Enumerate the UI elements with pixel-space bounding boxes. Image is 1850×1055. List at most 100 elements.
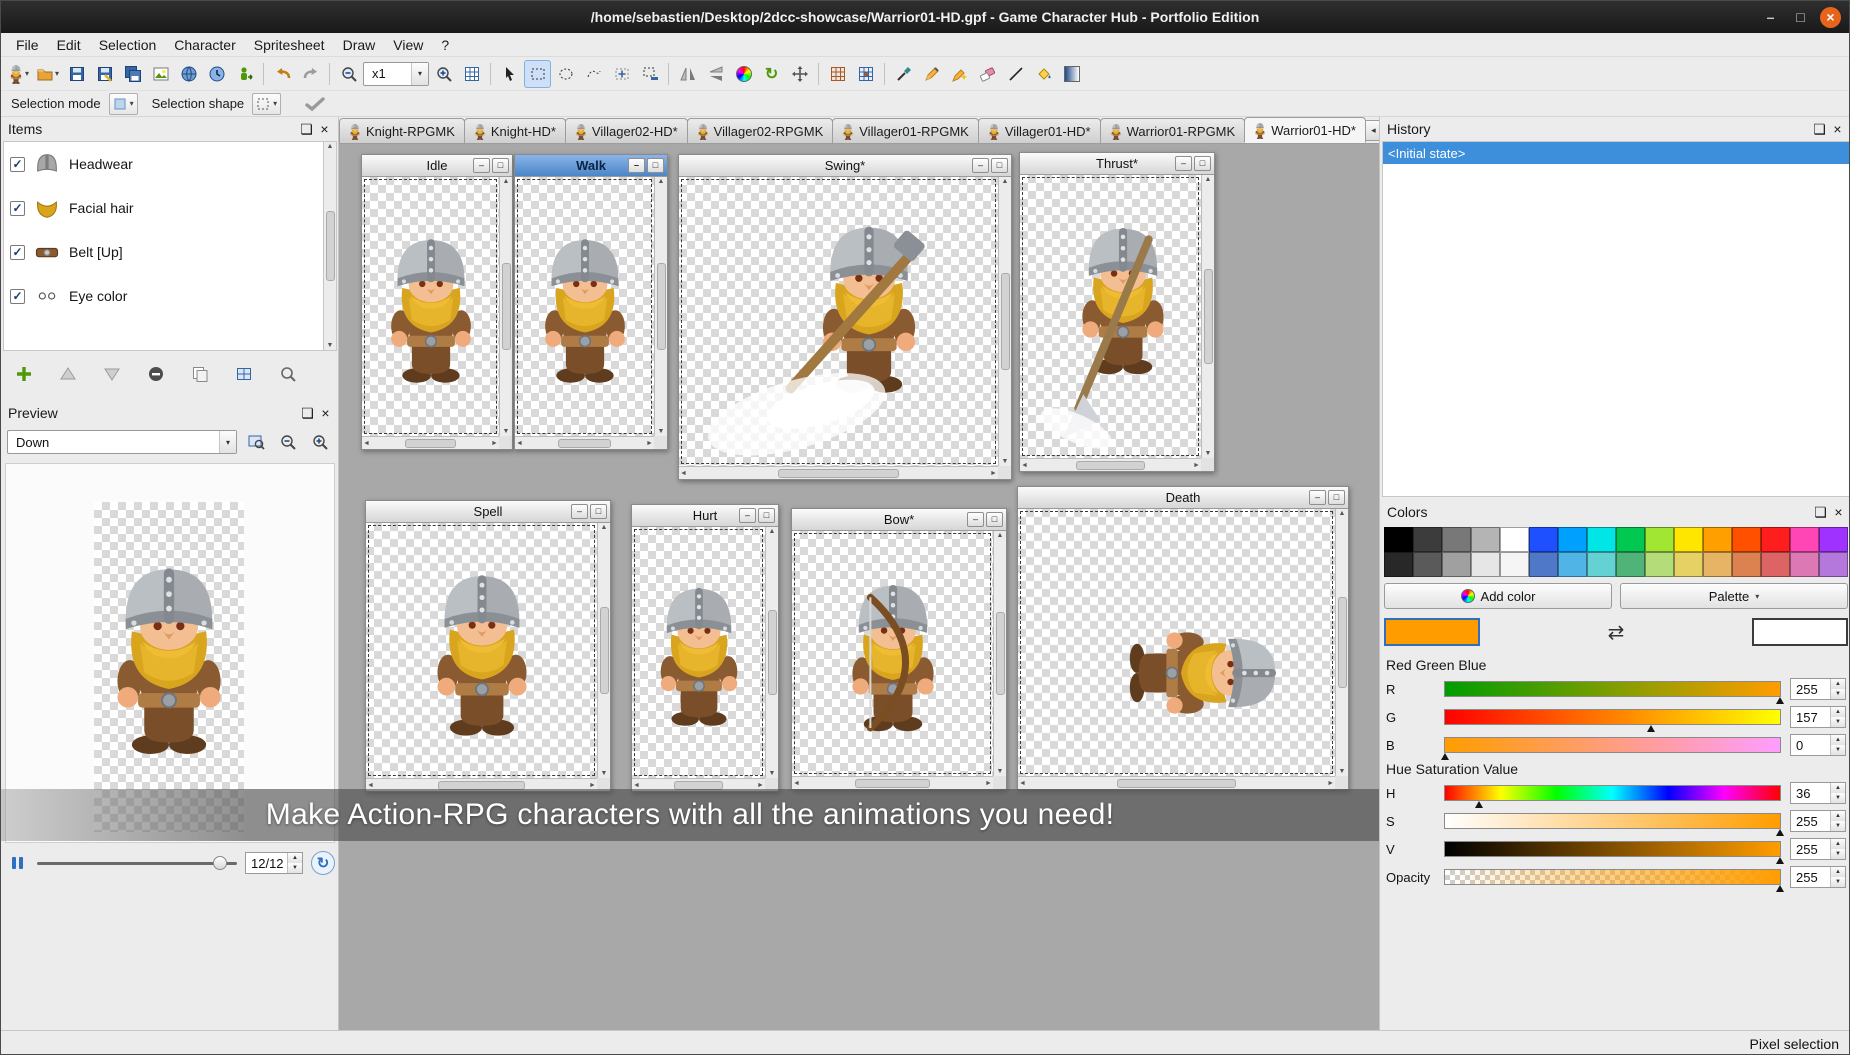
menu-help[interactable]: ?: [432, 35, 458, 55]
primary-color-swatch[interactable]: [1384, 618, 1480, 646]
frame-counter-spinner[interactable]: 12/12: [245, 852, 303, 874]
minimize-subwindow-button[interactable]: –: [967, 512, 984, 527]
vertical-scrollbar[interactable]: [597, 523, 610, 778]
sprite-canvas[interactable]: [1020, 175, 1201, 458]
facial-hair-checkbox[interactable]: ✓: [10, 201, 25, 216]
palette-swatch[interactable]: [1732, 527, 1761, 552]
item-row-belt[interactable]: ✓ Belt [Up]: [4, 230, 336, 274]
zoom-level-combo[interactable]: x1: [363, 62, 429, 86]
slider-marker[interactable]: [1776, 697, 1784, 704]
horizontal-scrollbar[interactable]: [1020, 458, 1201, 471]
history-entry-initial-state[interactable]: <Initial state>: [1383, 142, 1849, 164]
tab-villager01-hd[interactable]: Villager01-HD*: [978, 118, 1101, 143]
preview-direction-combo[interactable]: Down: [7, 430, 237, 454]
maximize-subwindow-button[interactable]: □: [1194, 156, 1211, 171]
animation-window-walk[interactable]: Walk –□: [514, 154, 668, 450]
close-panel-icon[interactable]: ×: [1832, 506, 1845, 519]
spritesheet-import-button[interactable]: [852, 60, 879, 88]
history-list[interactable]: <Initial state>: [1382, 141, 1850, 497]
red-channel-slider[interactable]: [1444, 681, 1781, 697]
undo-button[interactable]: [269, 60, 296, 88]
menu-view[interactable]: View: [384, 35, 432, 55]
frame-slider-handle[interactable]: [213, 856, 227, 870]
headwear-checkbox[interactable]: ✓: [10, 157, 25, 172]
pause-button[interactable]: [5, 851, 29, 875]
sprite-canvas[interactable]: [632, 527, 765, 778]
flip-vertical-button[interactable]: [702, 60, 729, 88]
tab-knight-rpgmk[interactable]: Knight-RPGMK: [339, 118, 465, 143]
slider-marker[interactable]: [1647, 725, 1655, 732]
palette-swatch[interactable]: [1703, 527, 1732, 552]
sprite-canvas[interactable]: [515, 177, 654, 436]
horizontal-scrollbar[interactable]: [679, 466, 998, 479]
minimize-button[interactable]: –: [1760, 7, 1781, 28]
smart-pencil-button[interactable]: [946, 60, 973, 88]
titlebar[interactable]: /home/sebastien/Desktop/2dcc-showcase/Wa…: [1, 1, 1849, 33]
tab-villager02-hd[interactable]: Villager02-HD*: [565, 118, 688, 143]
move-selection-tool-button[interactable]: [608, 60, 635, 88]
vertical-scrollbar[interactable]: [998, 177, 1011, 466]
opacity-channel-spinner[interactable]: 255: [1790, 866, 1846, 888]
close-panel-icon[interactable]: ×: [318, 123, 331, 136]
green-channel-slider[interactable]: [1444, 709, 1781, 725]
publish-web-button[interactable]: [175, 60, 202, 88]
remove-item-button[interactable]: [139, 360, 173, 388]
minimize-subwindow-button[interactable]: –: [571, 504, 588, 519]
save-button[interactable]: [63, 60, 90, 88]
item-row-headwear[interactable]: ✓ Headwear: [4, 142, 336, 186]
sprite-canvas[interactable]: [362, 177, 499, 436]
palette-swatch[interactable]: [1413, 527, 1442, 552]
saturation-channel-spinner[interactable]: 255: [1790, 810, 1846, 832]
palette-swatch[interactable]: [1616, 527, 1645, 552]
antialias-toggle-button[interactable]: [301, 90, 329, 118]
float-panel-icon[interactable]: ❏: [301, 407, 314, 420]
eye-color-checkbox[interactable]: ✓: [10, 289, 25, 304]
palette-swatch[interactable]: [1500, 552, 1529, 577]
close-panel-icon[interactable]: ×: [319, 407, 332, 420]
palette-swatch[interactable]: [1442, 527, 1471, 552]
slider-marker[interactable]: [1441, 753, 1449, 760]
opacity-channel-slider[interactable]: [1444, 869, 1781, 885]
export-image-button[interactable]: [147, 60, 174, 88]
vertical-scrollbar[interactable]: [765, 527, 778, 778]
tab-villager01-rpgmk[interactable]: Villager01-RPGMK: [832, 118, 979, 143]
item-row-eye-color[interactable]: ✓ Eye color: [4, 274, 336, 318]
hue-channel-slider[interactable]: [1444, 785, 1781, 801]
new-character-button[interactable]: [5, 60, 32, 88]
palette-swatch[interactable]: [1645, 552, 1674, 577]
animation-window-spell[interactable]: Spell –□: [365, 500, 611, 792]
animation-window-thrust[interactable]: Thrust* –□: [1019, 152, 1215, 472]
tab-warrior01-hd[interactable]: Warrior01-HD*: [1244, 117, 1366, 143]
swap-colors-icon[interactable]: ⇄: [1608, 620, 1625, 645]
minimize-subwindow-button[interactable]: –: [1309, 490, 1326, 505]
sprite-canvas[interactable]: [366, 523, 597, 778]
red-channel-spinner[interactable]: 255: [1790, 678, 1846, 700]
spin-up-icon[interactable]: [288, 853, 302, 863]
palette-swatch[interactable]: [1384, 527, 1413, 552]
minimize-subwindow-button[interactable]: –: [473, 158, 490, 173]
grid-toggle-button[interactable]: [458, 60, 485, 88]
preview-zoom-in-button[interactable]: [306, 428, 333, 456]
close-button[interactable]: ×: [1820, 7, 1841, 28]
tab-warrior01-rpgmk[interactable]: Warrior01-RPGMK: [1100, 118, 1246, 143]
maximize-subwindow-button[interactable]: □: [492, 158, 509, 173]
vertical-scrollbar[interactable]: [1201, 175, 1214, 458]
palette-swatch[interactable]: [1761, 552, 1790, 577]
translate-tool-button[interactable]: [786, 60, 813, 88]
minimize-subwindow-button[interactable]: –: [739, 508, 756, 523]
vertical-scrollbar[interactable]: [993, 531, 1006, 776]
pencil-tool-button[interactable]: [918, 60, 945, 88]
move-item-down-button[interactable]: [95, 360, 129, 388]
palette-swatch[interactable]: [1442, 552, 1471, 577]
horizontal-scrollbar[interactable]: [515, 436, 654, 449]
saturation-channel-slider[interactable]: [1444, 813, 1781, 829]
float-panel-icon[interactable]: ❏: [300, 123, 313, 136]
horizontal-scrollbar[interactable]: [792, 776, 993, 789]
maximize-subwindow-button[interactable]: □: [986, 512, 1003, 527]
eyedropper-button[interactable]: [890, 60, 917, 88]
horizontal-scrollbar[interactable]: [1018, 776, 1335, 789]
maximize-subwindow-button[interactable]: □: [991, 158, 1008, 173]
slider-marker[interactable]: [1475, 801, 1483, 808]
palette-swatch[interactable]: [1500, 527, 1529, 552]
palette-swatch[interactable]: [1674, 527, 1703, 552]
